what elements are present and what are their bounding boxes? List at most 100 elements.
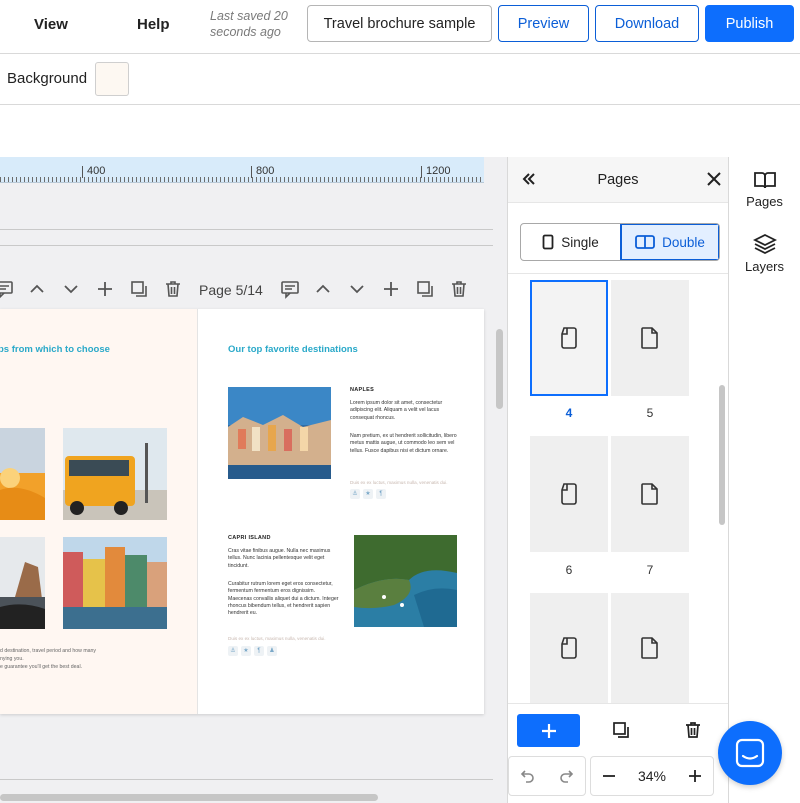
plus-icon[interactable] xyxy=(95,279,115,299)
history-controls xyxy=(508,756,586,796)
zoom-in-icon[interactable] xyxy=(688,769,702,783)
photo-beach-sunset[interactable] xyxy=(0,428,45,520)
background-label: Background xyxy=(7,70,88,87)
capri-caption: Duis ex ex luctus, maximus nulla, venena… xyxy=(228,636,326,641)
right-page[interactable]: Our top favorite destinations NAPLES Lor… xyxy=(198,309,484,714)
preview-button[interactable]: Preview xyxy=(498,5,589,42)
guide-line xyxy=(0,779,493,780)
zoom-controls: 34% xyxy=(590,756,714,796)
page-thumbnail[interactable] xyxy=(530,593,608,703)
page-thumbnail-7[interactable] xyxy=(611,436,689,552)
comment-icon[interactable] xyxy=(0,279,14,299)
pages-panel-scrollbar[interactable] xyxy=(719,385,725,525)
page-thumbnail-5[interactable] xyxy=(611,280,689,396)
left-footer-line: e guarantee you'll get the best deal. xyxy=(0,664,83,670)
right-page-heading: Our top favorite destinations xyxy=(228,344,358,355)
background-settings-row: Background xyxy=(0,54,800,105)
photo-naples[interactable] xyxy=(228,387,331,479)
guide-line xyxy=(0,229,493,230)
double-page-icon xyxy=(635,235,656,249)
top-bar: View Help Last saved 20 seconds ago Trav… xyxy=(0,0,800,54)
left-footer-line: nying you. xyxy=(0,656,24,662)
single-page-icon xyxy=(542,234,554,250)
page-spread[interactable]: ps from which to choose d destination, t… xyxy=(0,309,484,714)
undo-icon[interactable] xyxy=(520,768,536,784)
redo-icon[interactable] xyxy=(558,768,574,784)
left-page[interactable]: ps from which to choose d destination, t… xyxy=(0,309,198,714)
menu-help[interactable]: Help xyxy=(137,16,170,33)
photo-capri-island[interactable] xyxy=(354,535,457,627)
page-icon xyxy=(641,483,658,505)
photo-yellow-bus[interactable] xyxy=(63,428,167,520)
page-icon xyxy=(561,483,577,505)
guide-line xyxy=(0,245,493,246)
pages-panel-header: Pages xyxy=(508,157,728,203)
horizontal-ruler: 400 800 1200 xyxy=(0,157,484,183)
rail-pages-label: Pages xyxy=(746,194,783,209)
chevron-up-icon[interactable] xyxy=(313,279,333,299)
left-footer-line: d destination, travel period and how man… xyxy=(0,648,97,654)
naples-amenity-icons: ⚓ ★ ¶ xyxy=(350,489,386,499)
close-icon[interactable] xyxy=(704,169,724,189)
pages-panel-title: Pages xyxy=(597,172,639,188)
canvas-vertical-scrollbar[interactable] xyxy=(496,329,503,409)
editor-canvas[interactable]: 400 800 1200 Page 5/14 ps from which to … xyxy=(0,157,507,803)
capri-text-2: Curabitur rutrum lorem eget eros consect… xyxy=(228,581,339,617)
rail-layers-button[interactable]: Layers xyxy=(729,233,800,274)
page-view-toggle: Single Double xyxy=(520,223,720,261)
naples-text-2: Nam pretium, ex ut hendrerit sollicitudi… xyxy=(350,433,457,454)
download-button[interactable]: Download xyxy=(595,5,699,42)
delete-page-icon[interactable] xyxy=(683,720,703,740)
document-title-button[interactable]: Travel brochure sample xyxy=(307,5,492,42)
right-rail: Pages Layers xyxy=(729,157,800,803)
chevron-down-icon[interactable] xyxy=(347,279,367,299)
pages-panel: Pages Single Double 4 5 6 7 34% xyxy=(507,157,729,803)
duplicate-page-icon[interactable] xyxy=(611,720,631,740)
page-thumbnail[interactable] xyxy=(611,593,689,703)
page-thumbnail-6[interactable] xyxy=(530,436,608,552)
add-page-button[interactable] xyxy=(517,714,580,747)
page-icon xyxy=(641,637,658,659)
book-open-icon xyxy=(753,172,776,189)
publish-button[interactable]: Publish xyxy=(705,5,794,42)
chevron-down-icon[interactable] xyxy=(61,279,81,299)
chevron-up-icon[interactable] xyxy=(27,279,47,299)
trash-icon[interactable] xyxy=(449,279,469,299)
comment-icon[interactable] xyxy=(280,279,300,299)
chat-icon xyxy=(735,738,765,768)
star-icon: ★ xyxy=(241,646,251,656)
layers-icon xyxy=(752,233,777,255)
photo-coastal-rock[interactable] xyxy=(0,537,45,629)
zoom-level: 34% xyxy=(637,768,666,784)
canvas-horizontal-scrollbar[interactable] xyxy=(0,794,378,801)
ruler-mark: 800 xyxy=(251,166,274,178)
photo-colorful-houses[interactable] xyxy=(63,537,167,629)
plus-icon[interactable] xyxy=(381,279,401,299)
anchor-icon: ⚓ xyxy=(228,646,238,656)
naples-text-1: Lorem ipsum dolor sit amet, consectetur … xyxy=(350,400,443,421)
background-color-swatch[interactable] xyxy=(95,62,129,96)
ruler-corner xyxy=(484,157,507,183)
anchor-icon: ⚓ xyxy=(350,489,360,499)
rail-pages-button[interactable]: Pages xyxy=(729,170,800,209)
page-number-label: 5 xyxy=(646,406,654,420)
duplicate-icon[interactable] xyxy=(129,279,149,299)
rail-layers-label: Layers xyxy=(744,259,785,274)
page-icon xyxy=(561,637,577,659)
chat-support-button[interactable] xyxy=(718,721,782,785)
duplicate-icon[interactable] xyxy=(415,279,435,299)
person-icon: ♟ xyxy=(267,646,277,656)
single-view-button[interactable]: Single xyxy=(521,224,620,260)
panel-divider xyxy=(508,273,728,274)
dining-icon: ¶ xyxy=(376,489,386,499)
naples-caption: Duis ex ex luctus, maximus nulla, venena… xyxy=(350,480,448,485)
naples-title: NAPLES xyxy=(350,387,375,393)
page-thumbnail-4[interactable] xyxy=(530,280,608,396)
double-view-button[interactable]: Double xyxy=(620,224,719,260)
menu-view[interactable]: View xyxy=(34,16,68,33)
trash-icon[interactable] xyxy=(163,279,183,299)
star-icon: ★ xyxy=(363,489,373,499)
left-page-heading: ps from which to choose xyxy=(0,344,110,355)
zoom-out-icon[interactable] xyxy=(602,769,616,783)
page-icon xyxy=(641,327,658,349)
